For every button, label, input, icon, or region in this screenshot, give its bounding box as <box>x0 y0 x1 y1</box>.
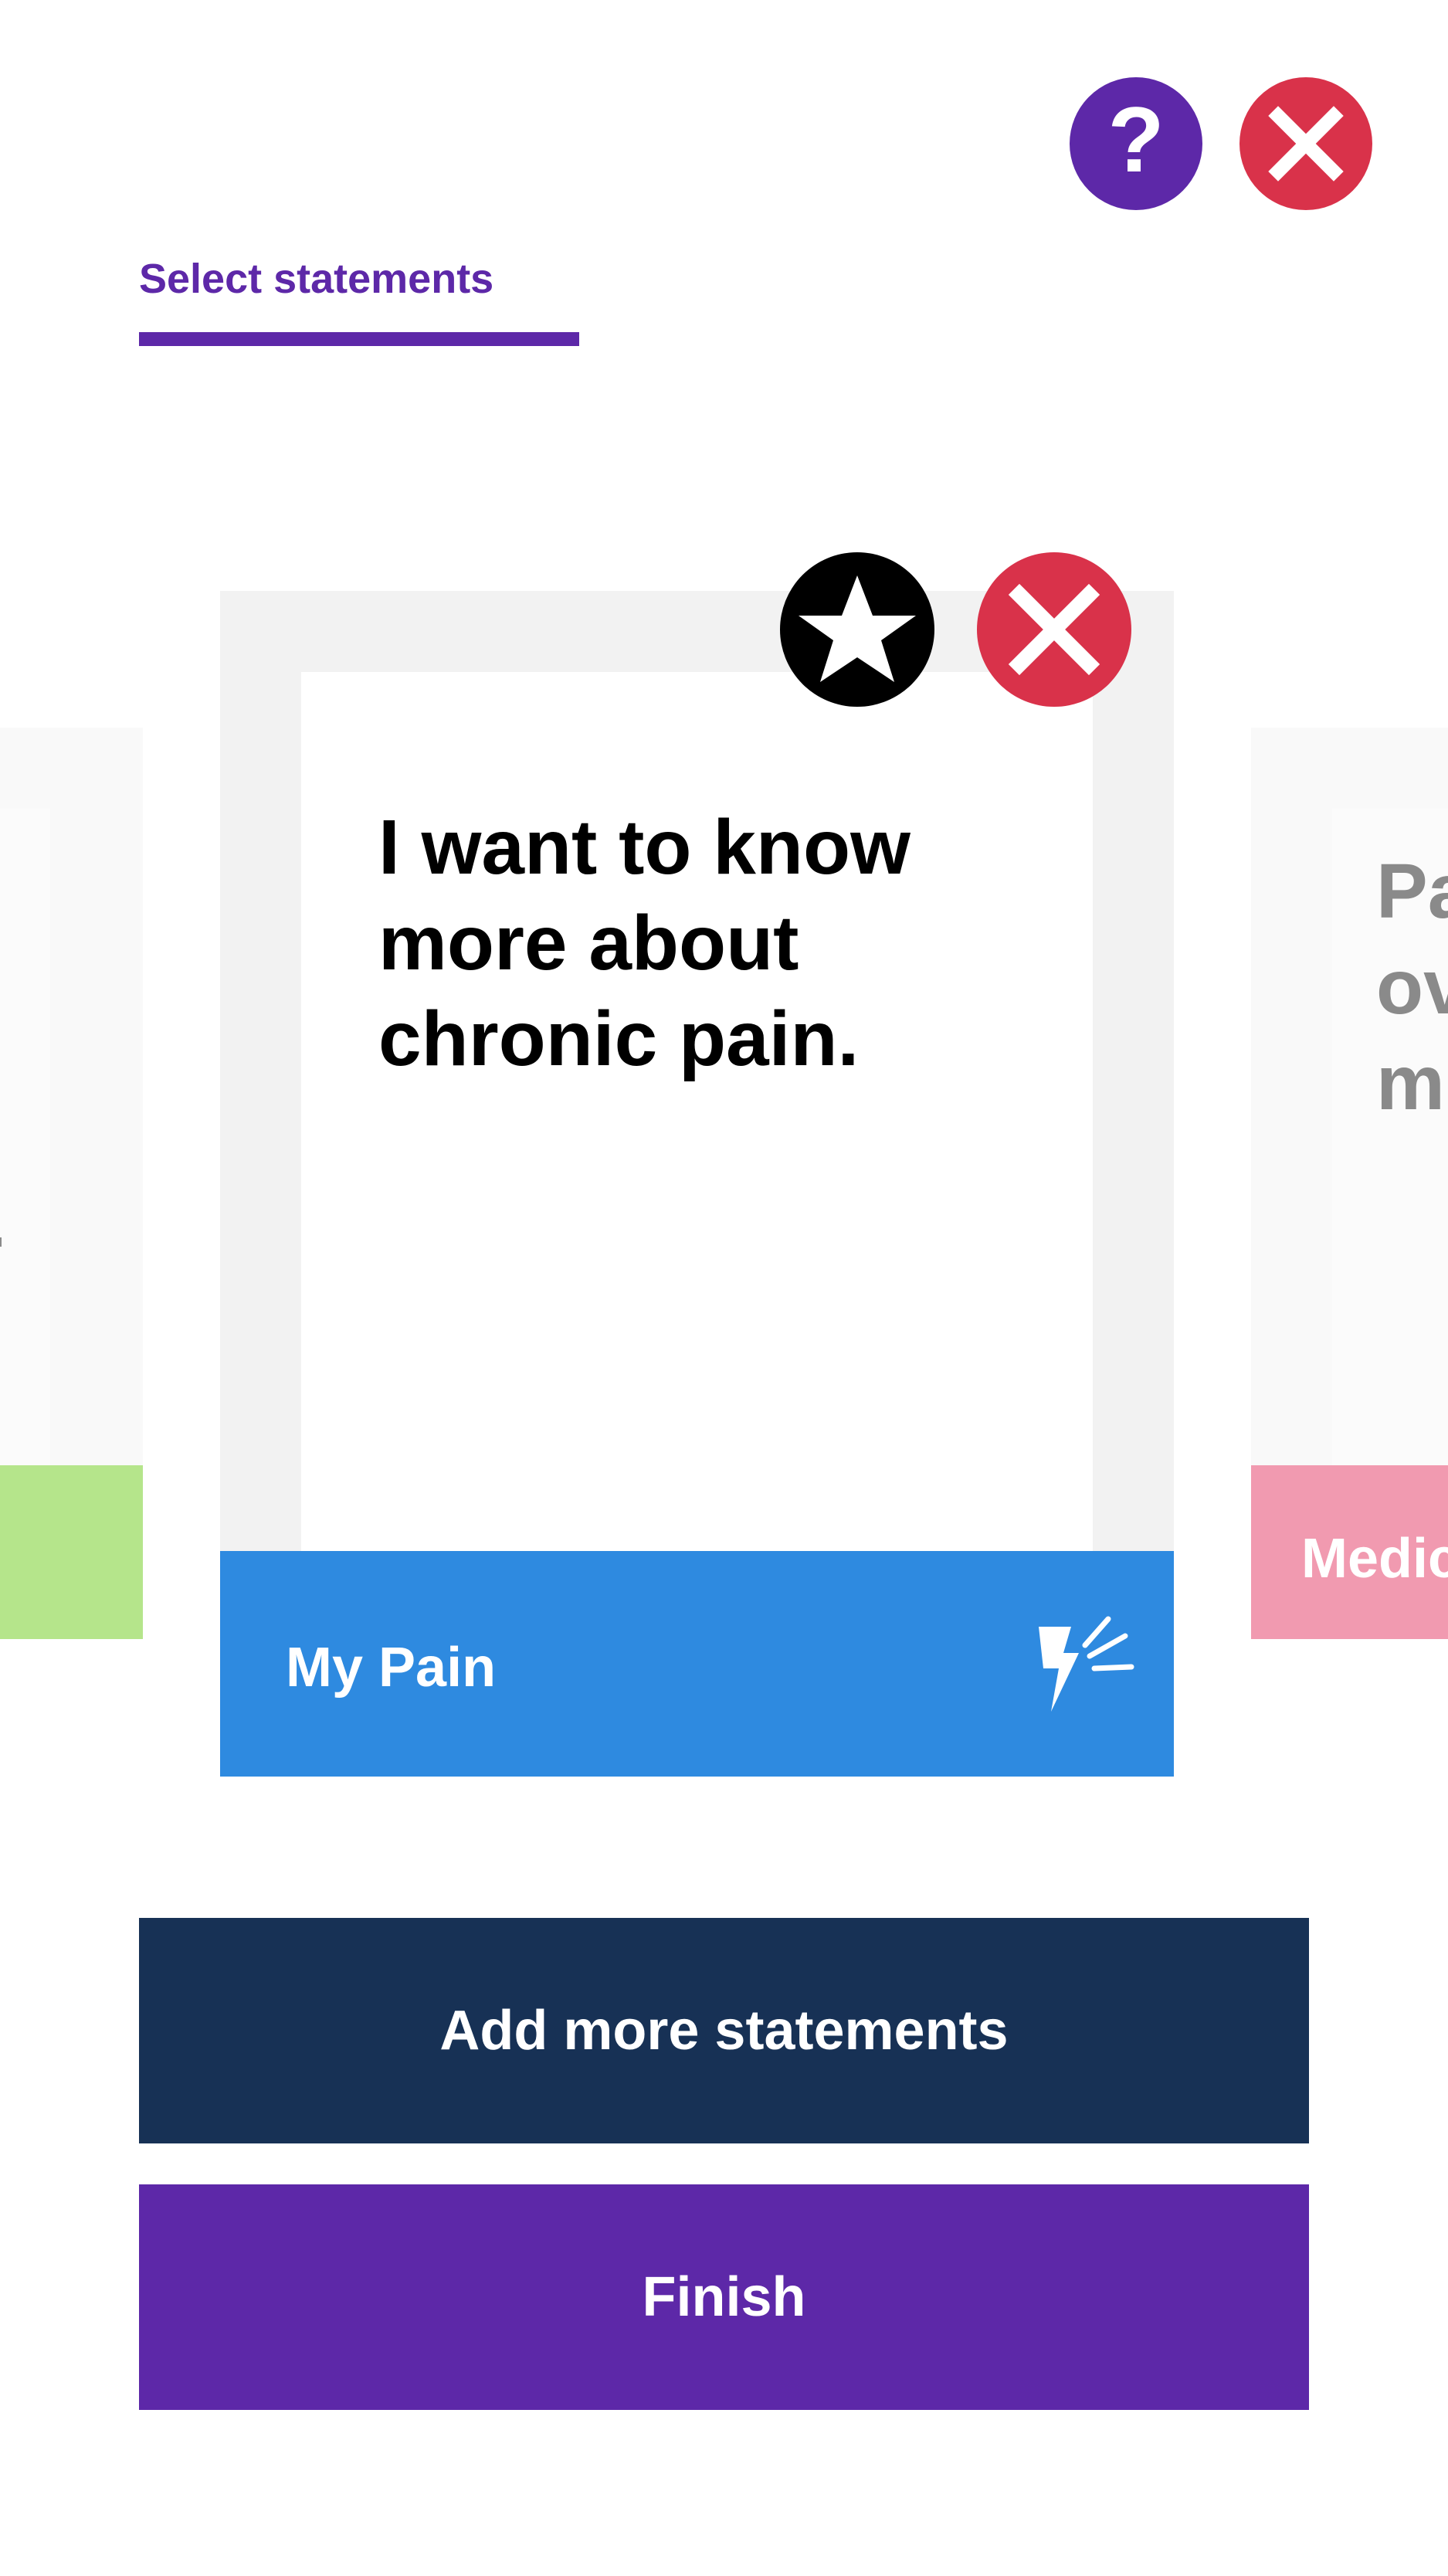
next-card-statement: Pa ov m <box>1376 848 1448 1126</box>
favorite-button[interactable] <box>780 552 934 707</box>
close-icon <box>1008 583 1100 676</box>
statement-text: I want to know more about chronic pain. <box>378 804 911 1082</box>
question-mark-icon: ? <box>1107 88 1164 192</box>
tab-select-statements[interactable]: Select statements <box>139 255 579 348</box>
close-button[interactable] <box>1239 77 1372 210</box>
remove-statement-button[interactable] <box>977 552 1131 707</box>
finish-button[interactable]: Finish <box>139 2184 1309 2410</box>
tab-label: Select statements <box>139 256 494 302</box>
previous-card-text-fragment <box>0 1237 2 1247</box>
close-icon <box>1268 106 1344 182</box>
statement-card-body: I want to know more about chronic pain. <box>301 672 1093 1556</box>
tab-active-indicator <box>139 332 579 346</box>
previous-card-category <box>0 1465 143 1639</box>
svg-text:?: ? <box>1107 88 1164 192</box>
card-category-bar: My Pain <box>220 1551 1174 1777</box>
next-card-category: Medic <box>1251 1465 1448 1639</box>
next-card-category-label: Medic <box>1301 1528 1448 1590</box>
star-icon <box>799 575 916 682</box>
add-more-statements-button[interactable]: Add more statements <box>139 1918 1309 2143</box>
next-card[interactable]: Pa ov m Medic <box>1251 728 1448 1639</box>
add-more-statements-label: Add more statements <box>439 2000 1009 2062</box>
previous-card-body <box>0 809 50 1465</box>
statement-card[interactable]: I want to know more about chronic pain. … <box>220 591 1174 1777</box>
lightning-bolt-icon <box>1039 1616 1134 1712</box>
finish-label: Finish <box>642 2266 806 2328</box>
previous-card[interactable] <box>0 728 143 1639</box>
card-category-label: My Pain <box>286 1637 497 1699</box>
help-button[interactable]: ? <box>1070 77 1202 210</box>
